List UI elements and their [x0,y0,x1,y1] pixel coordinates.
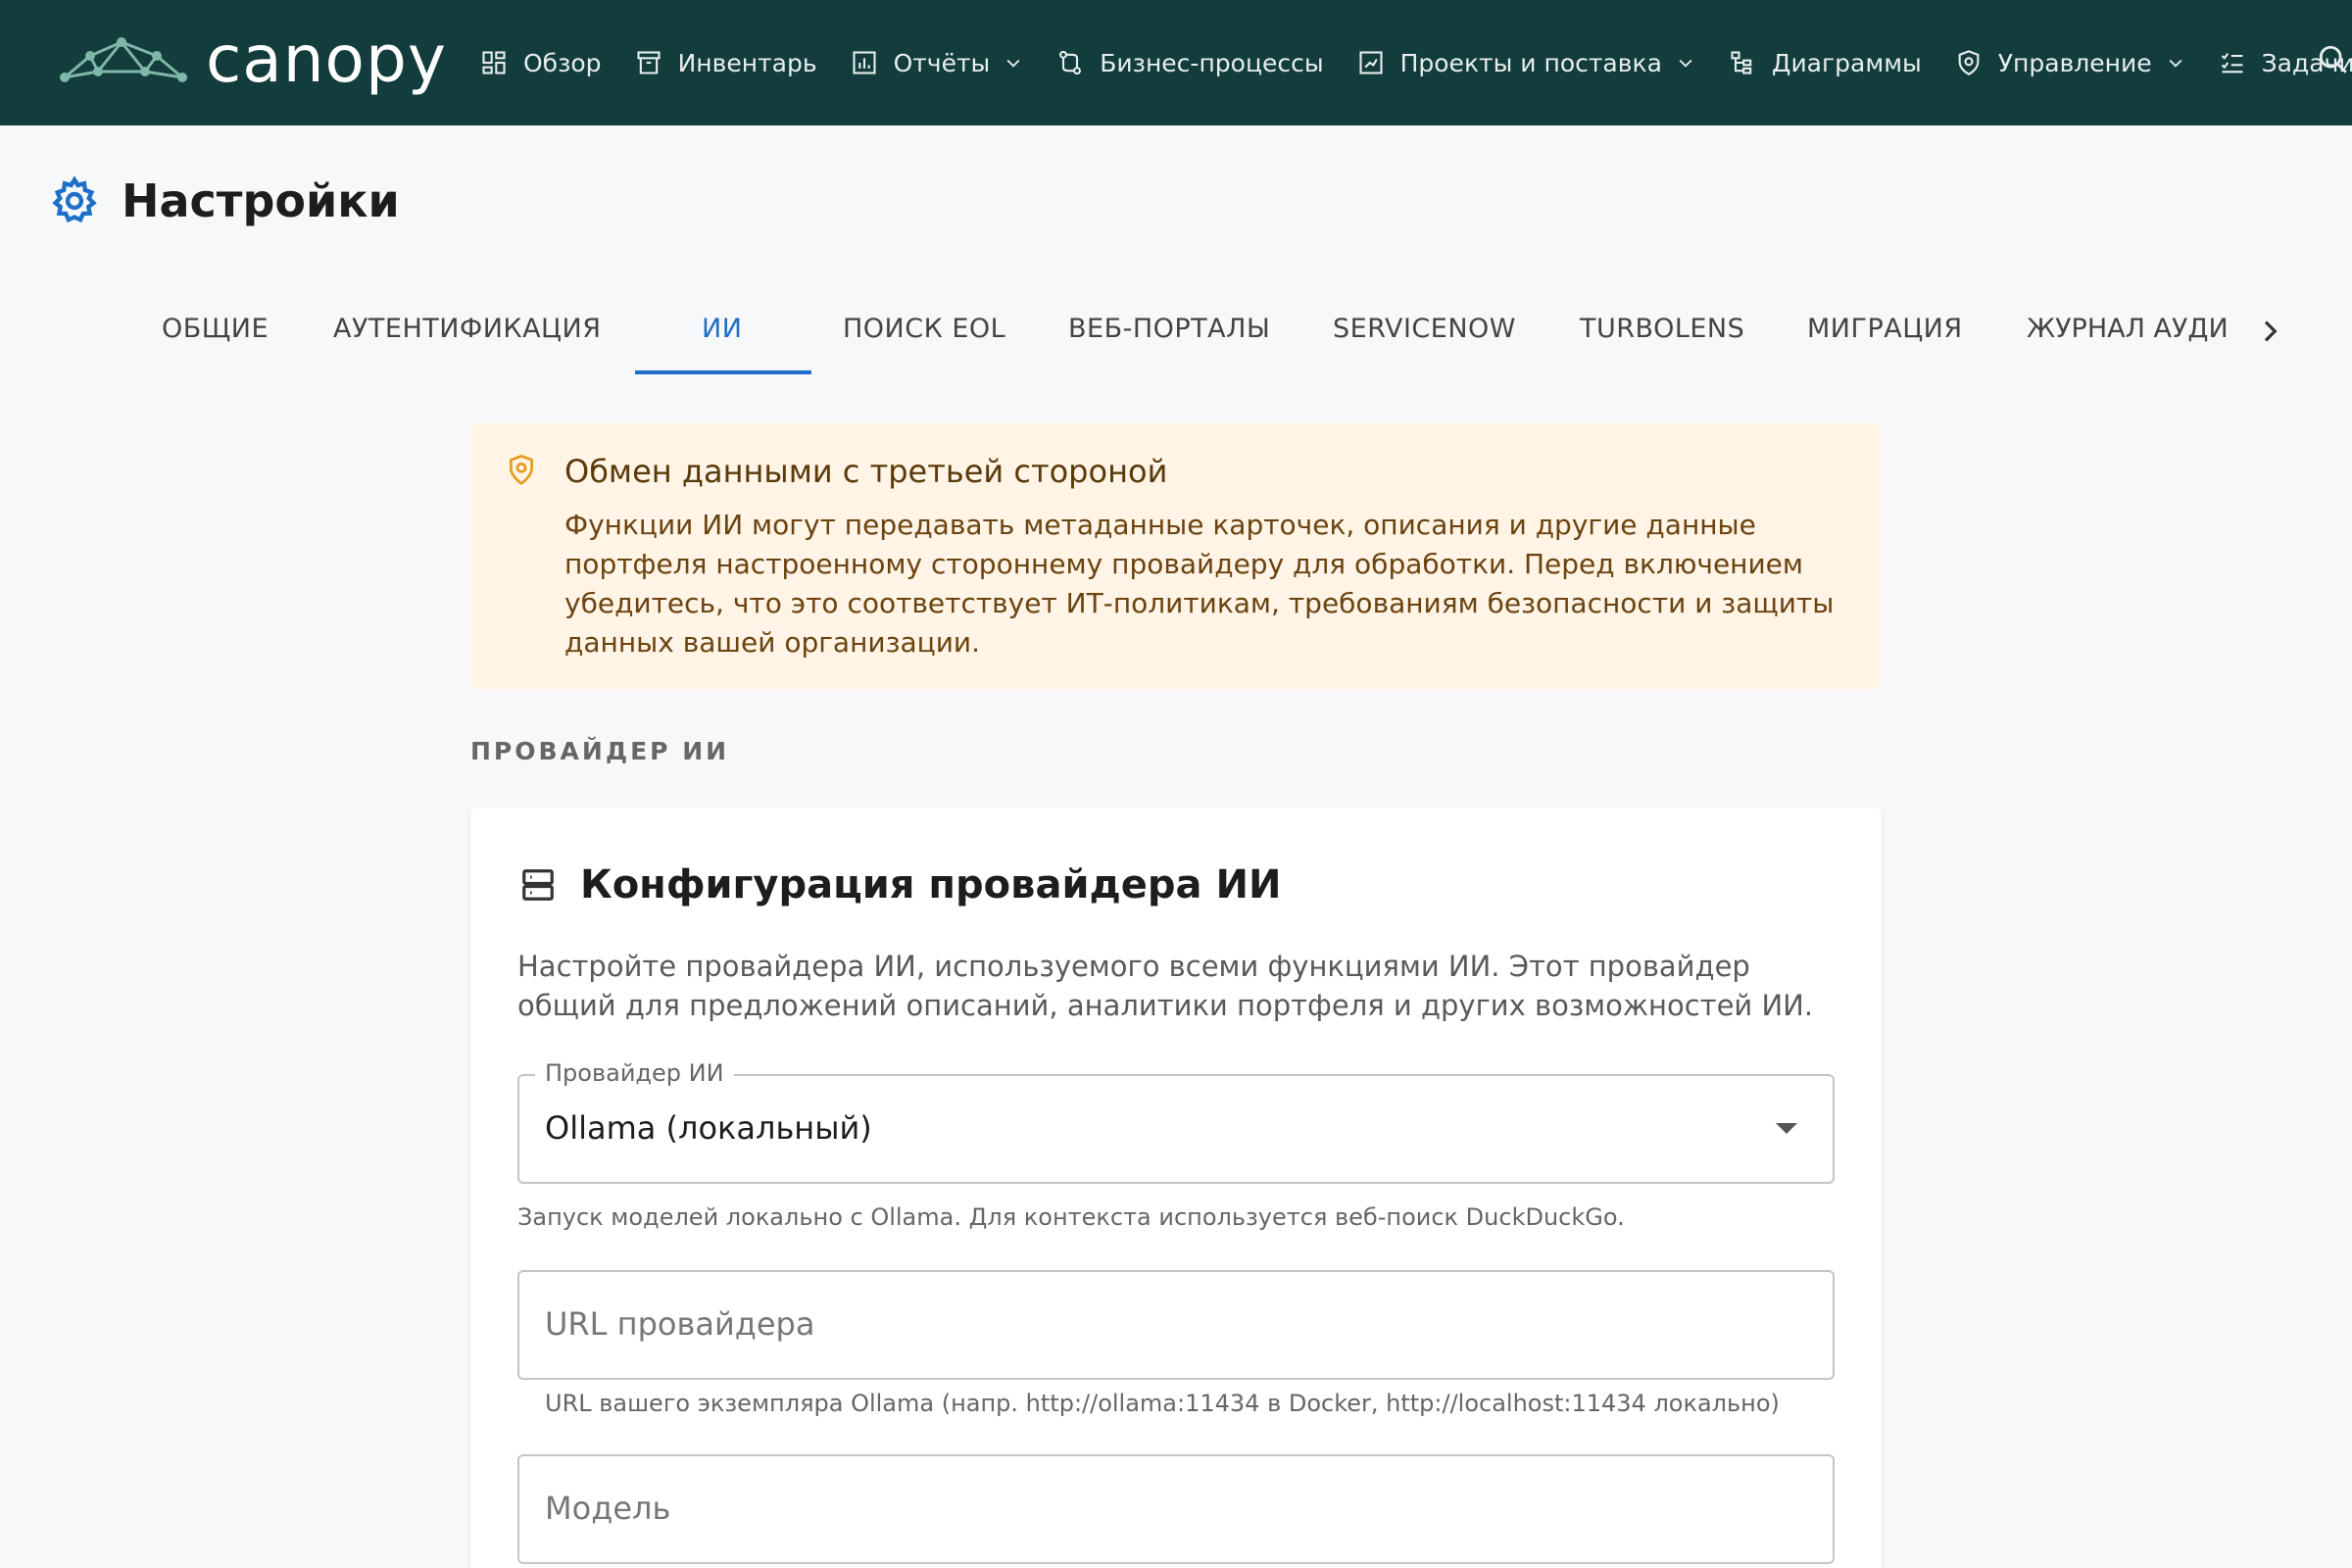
model-input[interactable]: Модель [517,1454,1835,1564]
tasks-icon [2221,53,2243,74]
search-button[interactable] [2317,43,2352,82]
section-label: ПРОВАЙДЕР ИИ [470,737,730,765]
nav-item-inventory[interactable]: Инвентарь [635,0,817,125]
nav-item-business-processes[interactable]: Бизнес-процессы [1056,0,1324,125]
project-icon [1359,51,1383,74]
tab-eol-search[interactable]: ПОИСК EOL [843,314,1005,344]
archive-icon [637,51,661,74]
tab-ai[interactable]: ИИ [702,314,742,344]
chevron-down-icon [1679,59,1692,68]
banner-title: Обмен данными с третьей стороной [564,453,1168,490]
banner-text: Функции ИИ могут передавать метаданные к… [564,509,1835,659]
page-header: Настройки [49,174,400,227]
nav-item-label: Отчёты [893,48,991,77]
shield-icon [1958,50,1980,75]
canopy-logo-icon [60,37,187,82]
card-title: Конфигурация провайдера ИИ [580,862,1282,907]
chevron-down-icon [2169,59,2182,68]
workflow-icon [1059,50,1082,75]
url-helper-text: URL вашего экземпляра Ollama (напр. http… [545,1390,1780,1417]
tab-authentication[interactable]: АУТЕНТИФИКАЦИЯ [333,314,601,344]
shield-warning-icon [510,454,533,486]
select-value: Ollama (локальный) [545,1109,872,1147]
settings-tabs: ОБЩИЕ АУТЕНТИФИКАЦИЯ ИИ ПОИСК EOL ВЕБ-ПО… [0,290,2352,378]
nav-item-label: Проекты и поставка [1399,48,1662,77]
nav-item-label: Инвентарь [677,48,817,77]
nav-item-label: Обзор [523,48,602,77]
third-party-warning-banner: Обмен данными с третьей стороной Функции… [470,423,1882,690]
nav-item-overview[interactable]: Обзор [480,0,602,125]
card-description: Настройте провайдера ИИ, используемого в… [517,950,1814,1022]
search-icon [2319,45,2347,74]
top-navigation-bar: canopy Обзор Инвентарь Отчёты Бизнес-про… [0,0,2352,125]
tab-general[interactable]: ОБЩИЕ [162,314,269,344]
ai-provider-select[interactable]: Провайдер ИИ Ollama (локальный) [517,1059,1835,1184]
nav-item-governance[interactable]: Управление [1955,0,2185,125]
field-label: Провайдер ИИ [535,1059,734,1087]
caret-down-icon [1776,1123,1797,1134]
main-nav: Обзор Инвентарь Отчёты Бизнес-процессы П… [480,0,2352,125]
diagram-icon [1731,51,1752,74]
dashboard-icon [482,51,506,74]
nav-item-projects-delivery[interactable]: Проекты и поставка [1357,0,1695,125]
server-icon [522,869,554,901]
nav-item-label: Бизнес-процессы [1100,48,1324,77]
tab-audit-log[interactable]: ЖУРНАЛ АУДИ [2027,314,2229,344]
tab-turbolens[interactable]: TURBOLENS [1580,314,1744,344]
nav-item-reports[interactable]: Отчёты [851,0,1024,125]
chevron-right-icon[interactable] [2254,316,2285,347]
page-title: Настройки [122,174,400,227]
provider-url-input[interactable]: URL провайдера [517,1270,1835,1380]
ai-provider-card: Конфигурация провайдера ИИ Настройте про… [470,808,1882,1568]
provider-helper-text: Запуск моделей локально с Ollama. Для ко… [517,1203,1625,1231]
app-logo[interactable]: canopy [59,27,447,92]
nav-item-diagrams[interactable]: Диаграммы [1729,0,1922,125]
field-placeholder: Модель [545,1490,671,1527]
chevron-down-icon [1006,59,1020,68]
nav-item-label: Управление [1997,48,2152,77]
report-icon [853,51,876,74]
tab-servicenow[interactable]: SERVICENOW [1333,314,1516,344]
gear-icon [52,175,97,223]
nav-item-label: Диаграммы [1771,48,1922,77]
field-placeholder: URL провайдера [545,1305,815,1343]
tab-web-portals[interactable]: ВЕБ-ПОРТАЛЫ [1068,314,1270,344]
active-tab-indicator [635,370,811,374]
card-header: Конфигурация провайдера ИИ [519,862,1281,907]
app-name: canopy [206,22,447,97]
tab-migration[interactable]: МИГРАЦИЯ [1807,314,1963,344]
